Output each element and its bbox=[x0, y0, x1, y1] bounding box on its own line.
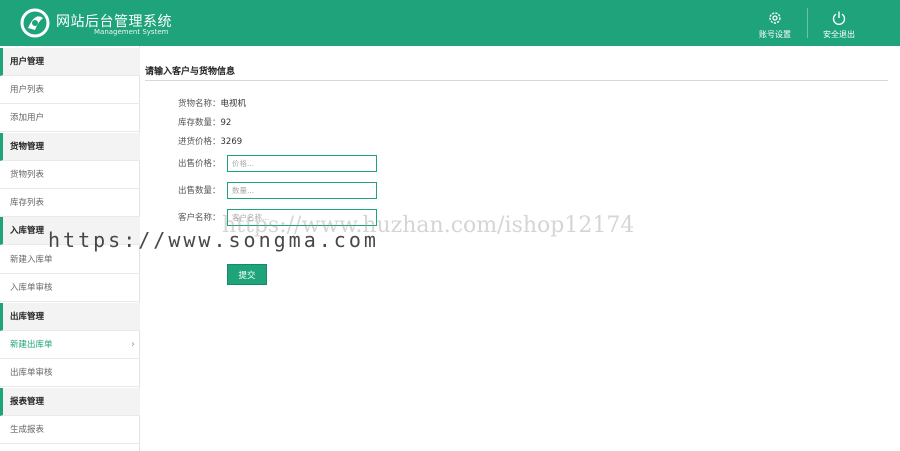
sale-qty-label: 出售数量： bbox=[178, 186, 221, 196]
stock-qty-label: 库存数量： bbox=[178, 118, 221, 128]
goods-name-value: 电视机 bbox=[220, 99, 247, 109]
goods-name-row: 货物名称：电视机 bbox=[178, 97, 246, 109]
chevron-right-icon: › bbox=[131, 339, 135, 350]
sidebar-item-goods-list[interactable]: 货物列表 bbox=[0, 161, 140, 189]
sale-price-label: 出售价格： bbox=[178, 159, 221, 169]
power-icon bbox=[832, 11, 846, 25]
logout-label: 安全退出 bbox=[823, 30, 855, 39]
sidebar-item-new-outbound[interactable]: 新建出库单 › bbox=[0, 331, 140, 359]
divider bbox=[145, 80, 888, 81]
sidebar-item-stock-list[interactable]: 库存列表 bbox=[0, 189, 140, 217]
purchase-price-row: 进货价格：3269 bbox=[178, 135, 242, 147]
purchase-price-label: 进货价格： bbox=[178, 137, 221, 147]
sidebar-section-reports[interactable]: 报表管理 bbox=[0, 388, 140, 416]
watermark-primary: https://www.songma.com bbox=[48, 228, 379, 252]
app-subtitle: Management System bbox=[94, 28, 169, 36]
submit-button[interactable]: 提交 bbox=[227, 264, 267, 285]
sidebar-item-generate-report[interactable]: 生成报表 bbox=[0, 416, 140, 444]
page-title: 请输入客户与货物信息 bbox=[145, 67, 236, 77]
customer-label: 客户名称： bbox=[178, 213, 221, 223]
sidebar-item-outbound-review[interactable]: 出库单审核 bbox=[0, 359, 140, 387]
sidebar-section-users[interactable]: 用户管理 bbox=[0, 48, 140, 76]
sidebar-item-inbound-review[interactable]: 入库单审核 bbox=[0, 274, 140, 302]
gear-icon bbox=[769, 12, 781, 24]
leaf-logo-icon bbox=[20, 8, 50, 38]
sidebar-section-goods[interactable]: 货物管理 bbox=[0, 133, 140, 161]
sidebar-item-user-list[interactable]: 用户列表 bbox=[0, 76, 140, 104]
stock-qty-row: 库存数量：92 bbox=[178, 116, 231, 128]
top-divider bbox=[807, 8, 808, 38]
account-settings-label: 账号设置 bbox=[759, 30, 791, 39]
sale-qty-input[interactable] bbox=[227, 182, 377, 199]
sidebar-item-add-user[interactable]: 添加用户 bbox=[0, 104, 140, 132]
logout-button[interactable]: 安全退出 bbox=[815, 10, 863, 40]
top-bar: 网站后台管理系统 Management System 账号设置 安全退出 bbox=[0, 0, 900, 46]
sidebar-item-label: 新建出库单 bbox=[10, 340, 53, 350]
goods-name-label: 货物名称： bbox=[178, 99, 221, 109]
sale-price-input[interactable] bbox=[227, 155, 377, 172]
sidebar-section-outbound[interactable]: 出库管理 bbox=[0, 303, 140, 331]
purchase-price-value: 3269 bbox=[220, 137, 243, 147]
stock-qty-value: 92 bbox=[220, 118, 232, 128]
account-settings-button[interactable]: 账号设置 bbox=[751, 10, 799, 40]
